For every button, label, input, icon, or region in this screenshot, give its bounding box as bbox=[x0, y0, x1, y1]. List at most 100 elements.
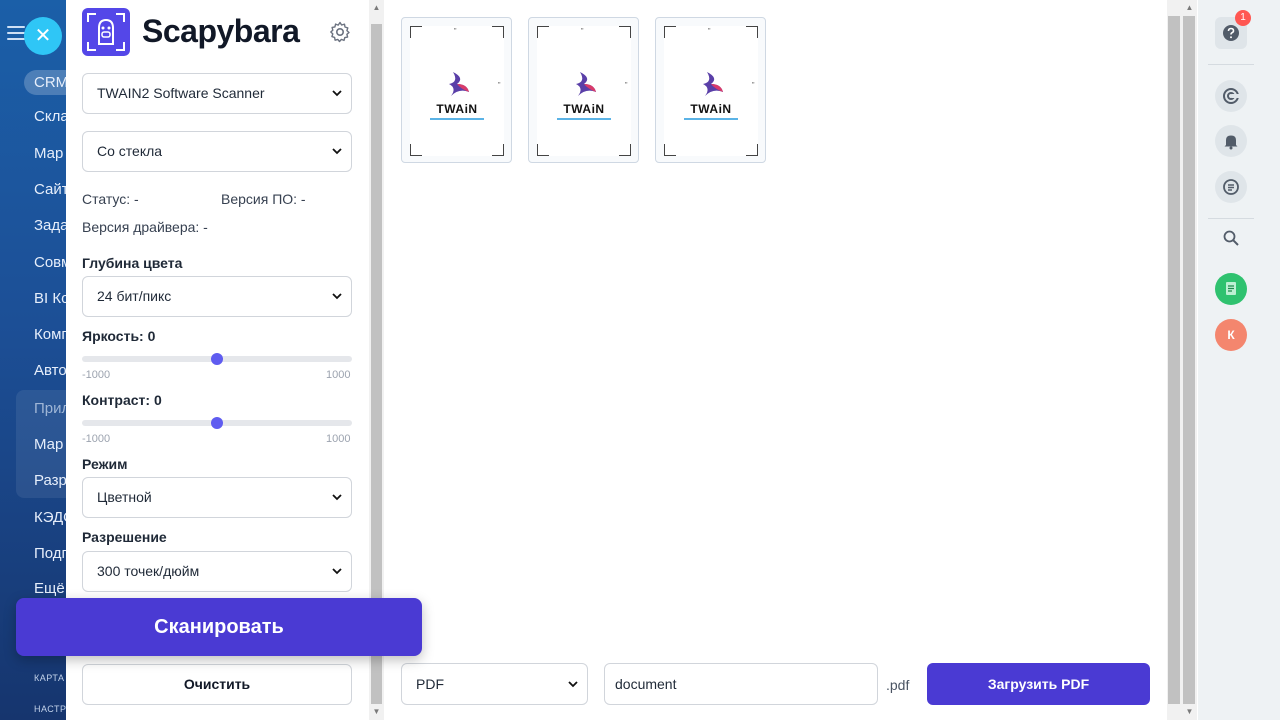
main-scrollbar-thumb[interactable] bbox=[1168, 16, 1180, 704]
chevron-down-icon bbox=[332, 494, 342, 501]
filename-input[interactable]: document bbox=[604, 663, 878, 705]
color-depth-select[interactable]: 24 бит/пикс bbox=[82, 276, 352, 317]
contrast-max: 1000 bbox=[326, 433, 351, 445]
resolution-value: 300 точек/дюйм bbox=[97, 563, 200, 579]
chats-button[interactable] bbox=[1215, 171, 1247, 203]
crm-nav-item[interactable]: Комп bbox=[34, 326, 70, 343]
file-extension: .pdf bbox=[886, 677, 910, 693]
crm-nav-item[interactable]: Разр bbox=[34, 472, 67, 489]
main-scrollbar-thumb[interactable] bbox=[1183, 16, 1195, 704]
chevron-down-icon bbox=[332, 293, 342, 300]
brightness-slider[interactable] bbox=[82, 353, 352, 365]
filename-value: document bbox=[615, 676, 677, 692]
crm-nav-item[interactable]: Зада bbox=[34, 217, 69, 234]
resolution-label: Разрешение bbox=[82, 529, 167, 545]
divider bbox=[1208, 218, 1254, 219]
resolution-select[interactable]: 300 точек/дюйм bbox=[82, 551, 352, 592]
twain-logo-icon bbox=[449, 72, 469, 96]
brightness-min: -1000 bbox=[82, 369, 111, 381]
color-depth-value: 24 бит/пикс bbox=[97, 288, 172, 304]
search-icon bbox=[1223, 230, 1239, 246]
scroll-up-icon[interactable]: ▲ bbox=[369, 0, 384, 16]
page-preview: " " TWAiN bbox=[537, 26, 631, 156]
crm-footer-link[interactable]: НАСТР bbox=[34, 704, 67, 714]
format-select-value: PDF bbox=[416, 676, 444, 692]
twain-logo-icon bbox=[703, 72, 723, 96]
scanner-select-value: TWAIN2 Software Scanner bbox=[97, 85, 265, 101]
page-mark: " bbox=[581, 28, 584, 35]
upload-pdf-button[interactable]: Загрузить PDF bbox=[927, 663, 1150, 705]
crm-nav-item-crm[interactable]: CRM bbox=[24, 70, 70, 95]
scroll-down-icon[interactable]: ▼ bbox=[369, 704, 384, 720]
page-mark: " bbox=[708, 28, 711, 35]
bell-icon bbox=[1224, 135, 1238, 150]
clear-button[interactable]: Очистить bbox=[82, 664, 352, 705]
main-scrollbar[interactable]: ▲ ▼ bbox=[1167, 0, 1197, 720]
menu-icon[interactable] bbox=[7, 26, 25, 40]
chevron-down-icon bbox=[332, 148, 342, 155]
user-avatar[interactable]: К bbox=[1215, 319, 1247, 351]
twain-logo-tagline bbox=[430, 118, 484, 120]
chevron-down-icon bbox=[568, 681, 578, 688]
page-preview: " " TWAiN bbox=[664, 26, 758, 156]
notifications-button[interactable] bbox=[1215, 125, 1247, 157]
help-icon bbox=[1223, 25, 1239, 41]
page-mark: " bbox=[498, 82, 501, 89]
close-icon[interactable]: ✕ bbox=[24, 17, 62, 55]
crm-nav-item[interactable]: Авто bbox=[34, 362, 67, 379]
crm-nav-item[interactable]: Прил bbox=[34, 400, 70, 417]
crm-nav-item[interactable]: Ещё bbox=[34, 580, 65, 597]
crm-footer-link[interactable]: КАРТА bbox=[34, 673, 65, 683]
crm-nav-item[interactable]: Сайт bbox=[34, 181, 69, 198]
copilot-icon bbox=[1223, 88, 1240, 104]
brightness-slider-thumb[interactable] bbox=[211, 353, 223, 365]
page-mark: " bbox=[454, 28, 457, 35]
app-title: Scapybara bbox=[142, 13, 300, 49]
crm-nav-item[interactable]: КЭДО bbox=[34, 509, 70, 526]
page-mark: " bbox=[752, 82, 755, 89]
mode-value: Цветной bbox=[97, 489, 152, 505]
crm-nav-item[interactable]: Совм bbox=[34, 254, 70, 271]
format-select[interactable]: PDF bbox=[401, 663, 588, 705]
scroll-up-icon[interactable]: ▲ bbox=[1182, 0, 1197, 16]
right-toolbar: 1 К bbox=[1198, 0, 1280, 720]
scan-button[interactable]: Сканировать bbox=[16, 598, 422, 656]
scroll-down-icon[interactable]: ▼ bbox=[1182, 704, 1197, 720]
contrast-min: -1000 bbox=[82, 433, 111, 445]
contrast-label: Контраст: 0 bbox=[82, 392, 162, 408]
scanned-page-thumbnail[interactable]: " " TWAiN bbox=[528, 17, 639, 163]
twain-logo-tagline bbox=[557, 118, 611, 120]
twain-logo-tagline bbox=[684, 118, 738, 120]
mode-select[interactable]: Цветной bbox=[82, 477, 352, 518]
capybara-logo-icon bbox=[82, 8, 130, 56]
app-button[interactable] bbox=[1215, 273, 1247, 305]
gear-icon[interactable] bbox=[328, 20, 352, 44]
chevron-down-icon bbox=[332, 568, 342, 575]
brightness-label: Яркость: 0 bbox=[82, 328, 156, 344]
crm-nav-item[interactable]: BI Ко bbox=[34, 290, 69, 307]
contrast-slider-thumb[interactable] bbox=[211, 417, 223, 429]
divider bbox=[1208, 64, 1254, 65]
scanned-page-thumbnail[interactable]: " " TWAiN bbox=[655, 17, 766, 163]
search-button[interactable] bbox=[1215, 222, 1247, 254]
source-select[interactable]: Со стекла bbox=[82, 131, 352, 172]
scanner-select[interactable]: TWAIN2 Software Scanner bbox=[82, 73, 352, 114]
document-app-icon bbox=[1226, 282, 1236, 295]
twain-logo-text: TWAiN bbox=[563, 102, 605, 116]
preview-area: " " TWAiN " " TWAiN " " TWAiN PDF docume… bbox=[386, 0, 1166, 720]
crm-nav-item[interactable]: Мар bbox=[34, 145, 63, 162]
copilot-button[interactable] bbox=[1215, 80, 1247, 112]
brightness-max: 1000 bbox=[326, 369, 351, 381]
scanned-page-thumbnail[interactable]: " " TWAiN bbox=[401, 17, 512, 163]
crm-nav-item[interactable]: Мар bbox=[34, 436, 63, 453]
driver-version-text: Версия драйвера: - bbox=[82, 219, 208, 235]
twain-logo-icon bbox=[576, 72, 596, 96]
crm-nav-item[interactable]: Скла bbox=[34, 108, 69, 125]
contrast-slider[interactable] bbox=[82, 417, 352, 429]
notification-count-badge: 1 bbox=[1235, 10, 1251, 26]
chevron-down-icon bbox=[332, 90, 342, 97]
status-text: Статус: - bbox=[82, 191, 139, 207]
crm-nav-item[interactable]: Подп bbox=[34, 545, 70, 562]
page-mark: " bbox=[625, 82, 628, 89]
twain-logo-text: TWAiN bbox=[690, 102, 732, 116]
